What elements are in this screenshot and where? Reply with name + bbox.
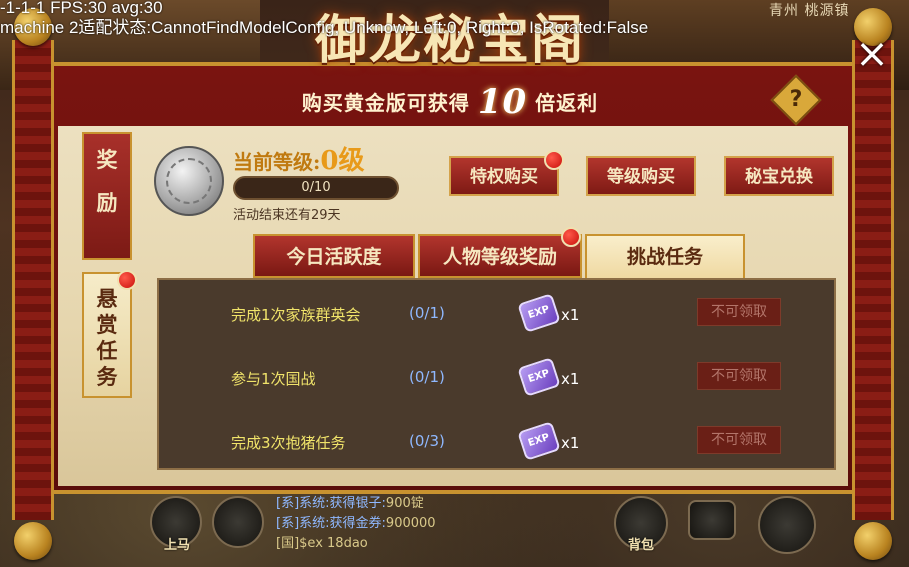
chat-text: 系统:获得金券: [299, 516, 386, 531]
scroll-rod-left [12, 40, 54, 520]
lock-icon[interactable] [758, 496, 816, 554]
mail-envelope-icon[interactable] [688, 500, 736, 540]
task-name: 完成1次家族群英会 [231, 306, 361, 324]
side-tab-bounty-task[interactable]: 悬赏 任务 [82, 272, 132, 398]
debug-adapt-line: machine 2适配状态:CannotFindModelConfig, Unk… [0, 18, 649, 37]
debug-overlay: -1-1-1 FPS:30 avg:30 machine 2适配状态:Canno… [0, 0, 648, 38]
city-label: 青州 桃源镇 [769, 3, 850, 19]
scroll-knob-bottom-left [14, 522, 52, 560]
claim-button-disabled[interactable]: 不可领取 [697, 298, 781, 326]
level-reward-badge [561, 227, 581, 247]
claim-button-disabled[interactable]: 不可领取 [697, 362, 781, 390]
close-button[interactable]: × [850, 34, 894, 78]
task-name: 参与1次国战 [231, 370, 316, 388]
rebate-multiplier: 10 [477, 82, 528, 122]
reward-quantity: x1 [561, 370, 580, 388]
task-progress: (0/1) [409, 368, 445, 386]
question-icon: ? [789, 87, 803, 112]
chat-line: [系]系统:获得金券:900000 [276, 514, 436, 534]
debug-fps-line: -1-1-1 FPS:30 avg:30 [0, 0, 163, 17]
task-progress: (0/3) [409, 432, 445, 450]
side-tab-bounty-label-2: 任务 [96, 338, 118, 389]
chat-value: 900锭 [385, 496, 424, 511]
chat-text: $ex 18dao [299, 536, 368, 551]
chat-log: [系]系统:获得银子:900锭 [系]系统:获得金券:900000 [国]$ex… [276, 494, 436, 554]
level-prefix: 当前等级: [233, 150, 321, 174]
side-tab-bounty-label-1: 悬赏 [96, 286, 118, 337]
rebate-text-pre: 购买黄金版可获得 [301, 91, 470, 115]
challenge-task-list: 完成1次家族群英会 (0/1) EXP x1 不可领取 参与1次国战 (0/1)… [157, 278, 836, 470]
task-row: 完成3次抱猪任务 (0/3) EXP x1 不可领取 [159, 410, 834, 474]
level-value: 0级 [320, 146, 365, 176]
silver-dragon-coin-icon [154, 146, 224, 216]
treasure-exchange-button[interactable]: 秘宝兑换 [724, 156, 834, 196]
chat-line: [国]$ex 18dao [276, 534, 436, 554]
chat-text: 系统:获得银子: [299, 496, 386, 511]
backpack-label: 背包 [628, 538, 655, 553]
tab-character-level-reward[interactable]: 人物等级奖励 [418, 234, 582, 278]
chat-value: 900000 [385, 516, 436, 531]
side-tab-reward[interactable]: 奖 励 [82, 132, 132, 260]
side-tab-reward-label-1: 奖 [96, 147, 118, 172]
scroll-rod-right [852, 40, 894, 520]
current-level: 当前等级:0级 [233, 140, 364, 177]
mount-label: 上马 [164, 538, 191, 553]
exp-ticket-icon[interactable]: EXP [517, 293, 561, 333]
task-progress: (0/1) [409, 304, 445, 322]
task-name: 完成3次抱猪任务 [231, 434, 346, 452]
chat-channel: [国] [276, 536, 300, 551]
task-row: 完成1次家族群英会 (0/1) EXP x1 不可领取 [159, 282, 834, 346]
reward-quantity: x1 [561, 434, 580, 452]
rebate-text-post: 倍返利 [535, 91, 599, 115]
exp-ticket-icon[interactable]: EXP [517, 421, 561, 461]
privilege-purchase-badge [544, 150, 564, 170]
event-countdown: 活动结束还有29天 [233, 208, 341, 223]
chat-line: [系]系统:获得银子:900锭 [276, 494, 436, 514]
dragon-emblem-icon [166, 158, 212, 204]
level-progress-text: 0/10 [301, 180, 331, 195]
side-tab-reward-label-2: 励 [96, 190, 118, 215]
exp-ticket-icon[interactable]: EXP [517, 357, 561, 397]
tab-daily-activity[interactable]: 今日活跃度 [253, 234, 415, 278]
rebate-banner: 购买黄金版可获得 10 倍返利 [220, 85, 680, 119]
tab-challenge-task[interactable]: 挑战任务 [585, 234, 745, 278]
chat-channel: [系] [276, 496, 300, 511]
scroll-knob-bottom-right [854, 522, 892, 560]
chat-channel: [系] [276, 516, 300, 531]
bounty-notification-badge [117, 270, 137, 290]
claim-button-disabled[interactable]: 不可领取 [697, 426, 781, 454]
level-progress-bar: 0/10 [233, 176, 399, 200]
close-icon: × [855, 31, 889, 77]
reward-quantity: x1 [561, 306, 580, 324]
microphone-icon[interactable] [212, 496, 264, 548]
privilege-purchase-button[interactable]: 特权购买 [449, 156, 559, 196]
level-purchase-button[interactable]: 等级购买 [586, 156, 696, 196]
task-row: 参与1次国战 (0/1) EXP x1 不可领取 [159, 346, 834, 410]
